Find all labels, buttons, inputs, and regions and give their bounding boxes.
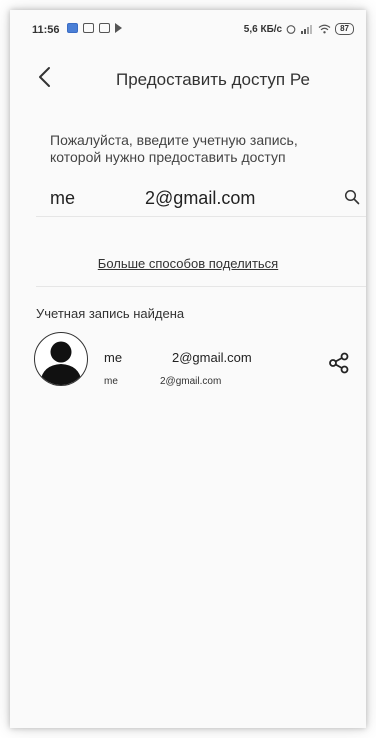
notification-icon xyxy=(99,23,110,33)
account-search-input[interactable] xyxy=(50,182,320,210)
battery-icon: 87 xyxy=(335,23,354,35)
user-avatar-icon xyxy=(40,341,82,385)
back-button[interactable] xyxy=(32,64,56,90)
found-heading: Учетная запись найдена xyxy=(36,306,185,321)
share-icon[interactable] xyxy=(328,352,350,374)
more-ways-container: Больше способов поделиться xyxy=(10,256,366,271)
message-icon xyxy=(83,23,94,33)
chevron-left-icon xyxy=(39,67,50,87)
account-result-row[interactable]: me 2@gmail.com me 2@gmail.com xyxy=(32,330,366,390)
wifi-icon xyxy=(318,24,331,34)
page-title: Предоставить доступ Ре xyxy=(116,70,310,89)
account-name-suffix: 2@gmail.com xyxy=(172,350,252,365)
alarm-icon xyxy=(286,25,296,34)
signal-icon xyxy=(301,25,313,34)
status-right: 5,6 КБ/с 87 xyxy=(244,23,354,35)
account-search-row: me 2@gmail.com xyxy=(36,178,366,217)
phone-screen: 11:56 5,6 КБ/с 87 Предоставить доступ Ре… xyxy=(10,10,366,728)
account-email-suffix: 2@gmail.com xyxy=(160,376,222,387)
divider xyxy=(36,286,366,287)
app-header: Предоставить доступ Ре xyxy=(10,54,366,102)
status-time: 11:56 xyxy=(32,24,60,36)
account-name-prefix: me xyxy=(104,350,123,365)
status-bar: 11:56 5,6 КБ/с 87 xyxy=(10,10,366,50)
notification-icons xyxy=(67,23,122,33)
avatar xyxy=(34,332,88,386)
search-icon[interactable] xyxy=(344,189,360,205)
photos-icon xyxy=(67,23,78,33)
account-email-prefix: me xyxy=(104,376,118,387)
play-icon xyxy=(115,23,122,33)
instruction-text: Пожалуйста, введите учетную запись, кото… xyxy=(50,132,298,165)
more-ways-link[interactable]: Больше способов поделиться xyxy=(98,256,278,271)
net-speed: 5,6 КБ/с xyxy=(243,23,283,35)
